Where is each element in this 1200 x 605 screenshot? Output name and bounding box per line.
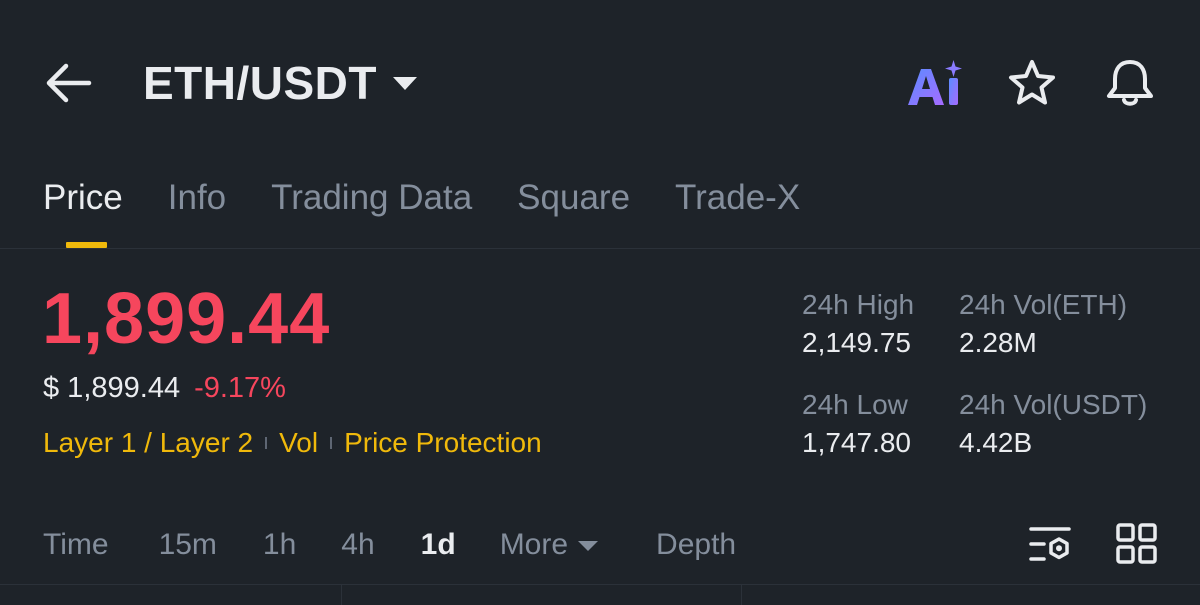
indicator-settings-button[interactable] [1028,522,1072,566]
grid-icon [1116,523,1157,564]
indicator-settings-icon [1029,527,1071,561]
tag-vol[interactable]: Vol [279,427,318,459]
tab-square[interactable]: Square [517,177,630,219]
price-change-percent: -9.17% [194,372,286,404]
stat-label: 24h Vol(ETH) [959,289,1128,320]
market-detail-screen: ETH/USDT Price Info Trading Data Square … [0,0,1200,605]
chevron-down-icon [393,76,417,90]
stat-label: 24h Low [802,389,908,420]
tab-price[interactable]: Price [43,177,123,219]
price-subline: $ 1,899.44 -9.17% [43,372,286,405]
bell-icon [1107,60,1153,106]
usd-price: $ 1,899.44 [43,372,181,404]
chevron-down-icon [578,541,599,552]
tab-trading-data[interactable]: Trading Data [271,177,472,219]
interval-more-label: More [499,528,569,561]
favorite-button[interactable] [1006,58,1058,108]
stat-label: 24h Vol(USDT) [959,389,1148,420]
tag-row: Layer 1 / Layer 2 Vol Price Protection [43,427,542,459]
chart-grid-line [741,585,742,605]
interval-4h[interactable]: 4h [341,525,374,565]
tag-price-protection[interactable]: Price Protection [344,427,542,459]
stat-24h-vol-usdt: 24h Vol(USDT) 4.42B [959,388,1147,464]
interval-more[interactable]: More [499,525,599,565]
ai-icon [908,60,962,105]
chart-top-divider [0,584,1200,585]
stat-value: 2,149.75 [802,327,911,358]
pair-selector[interactable]: ETH/USDT [143,56,417,110]
tag-separator [330,437,333,449]
depth-tab[interactable]: Depth [656,525,736,565]
tab-bar: Price Info Trading Data Square Trade-X [43,177,845,219]
interval-1d[interactable]: 1d [421,525,456,565]
pair-title: ETH/USDT [143,57,377,109]
stat-24h-high: 24h High 2,149.75 [802,288,914,364]
interval-time[interactable]: Time [43,525,109,565]
interval-15m[interactable]: 15m [159,525,217,565]
alert-button[interactable] [1103,58,1157,108]
stat-24h-low: 24h Low 1,747.80 [802,388,911,464]
tab-divider [0,248,1200,249]
stat-value: 2.28M [959,327,1037,358]
back-arrow-icon [46,63,92,103]
stat-value: 1,747.80 [802,427,911,458]
tab-trade-x[interactable]: Trade-X [675,177,800,219]
ai-button[interactable] [905,58,967,108]
back-button[interactable] [44,60,94,106]
interval-bar: Time 15m 1h 4h 1d More Depth [43,525,736,565]
interval-1h[interactable]: 1h [263,525,296,565]
tab-info[interactable]: Info [168,177,226,219]
layout-grid-button[interactable] [1115,522,1159,566]
stat-24h-vol-eth: 24h Vol(ETH) 2.28M [959,288,1127,364]
stat-value: 4.42B [959,427,1033,458]
stat-label: 24h High [802,289,915,320]
chart-grid-line [341,585,342,605]
star-icon [1009,60,1055,105]
tag-separator [265,437,268,449]
last-price: 1,899.44 [42,279,331,359]
tag-layer[interactable]: Layer 1 / Layer 2 [43,427,253,459]
